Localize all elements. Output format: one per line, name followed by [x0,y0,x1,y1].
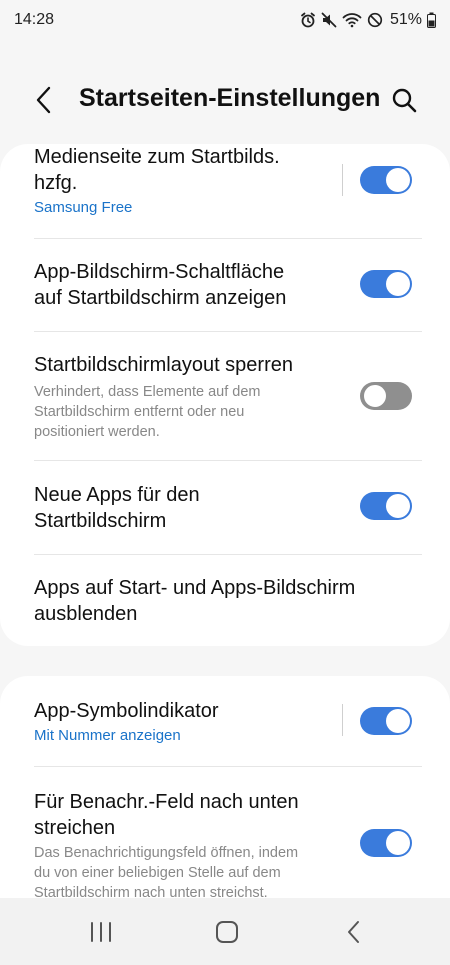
status-time: 14:28 [14,11,55,28]
toggle-media-page[interactable] [360,166,412,194]
toggle-new-apps[interactable] [360,492,412,520]
wifi-icon [342,13,362,28]
setting-new-apps-title-1: Neue Apps für den [34,484,200,506]
navigation-bar [0,898,450,965]
setting-media-page-subtitle[interactable]: Samsung Free [34,198,132,218]
setting-hide-apps-title-1: Apps auf Start- und Apps-Bildschirm [34,577,356,599]
toggle-lock-layout[interactable] [360,382,412,410]
setting-media-page-title-2: hzfg. [34,172,78,194]
setting-hide-apps[interactable]: Apps auf Start- und Apps-Bildschirm ausb… [0,555,450,646]
toggle-knob [386,494,410,518]
setting-app-icon-badge[interactable]: App-Symbolindikator Mit Nummer anzeigen [0,676,450,766]
setting-hide-apps-title-2: ausblenden [34,603,138,625]
toggle-knob [386,272,410,296]
setting-swipe-notifications-title-2: streichen [34,817,116,839]
mute-icon [321,12,337,28]
setting-lock-layout-desc-1: Verhindert, dass Elemente auf dem [34,384,261,400]
toggle-knob [362,383,388,409]
setting-apps-button-title-1: App-Bildschirm-Schaltfläche [34,261,285,283]
search-icon [392,88,417,113]
do-not-disturb-icon [367,12,383,28]
toggle-knob [386,831,410,855]
setting-swipe-notifications[interactable]: Für Benachr.-Feld nach unten streichen D… [0,767,450,906]
battery-percentage: 51% [389,11,422,28]
back-icon [348,921,359,943]
toggle-app-icon-badge[interactable] [360,707,412,735]
setting-new-apps[interactable]: Neue Apps für den Startbildschirm [0,461,450,553]
setting-app-icon-badge-subtitle[interactable]: Mit Nummer anzeigen [34,726,181,746]
setting-lock-layout[interactable]: Startbildschirmlayout sperren Verhindert… [0,332,450,460]
setting-swipe-notifications-desc-1: Das Benachrichtigungsfeld öffnen, indem [34,845,299,861]
toggle-knob [386,709,410,733]
recent-apps-button[interactable] [81,914,121,950]
setting-new-apps-title-2: Startbildschirm [34,510,167,532]
status-bar: 14:28 51% [0,0,450,40]
toggle-swipe-notifications[interactable] [360,829,412,857]
vertical-separator [342,704,343,736]
search-button[interactable] [388,84,420,116]
setting-apps-button-title-2: auf Startbildschirm anzeigen [34,287,287,309]
alarm-icon [301,12,315,28]
app-header: Startseiten-Einstellungen [0,78,450,122]
back-button[interactable] [28,84,60,116]
toggle-knob [386,168,410,192]
toggle-apps-button[interactable] [360,270,412,298]
setting-media-page-title-1: Medienseite zum Startbilds. [34,146,280,168]
setting-media-page[interactable]: Medienseite zum Startbilds. hzfg. Samsun… [0,144,450,238]
setting-lock-layout-title: Startbildschirmlayout sperren [34,354,293,376]
vertical-separator [342,164,343,196]
setting-app-icon-badge-title: App-Symbolindikator [34,700,219,722]
setting-swipe-notifications-title-1: Für Benachr.-Feld nach unten [34,791,299,813]
setting-swipe-notifications-desc-2: du von einer beliebigen Stelle auf dem [34,865,281,881]
battery-icon [427,12,436,28]
home-button[interactable] [207,914,247,950]
recent-apps-icon [91,922,111,942]
nav-back-button[interactable] [334,914,374,950]
setting-apps-button[interactable]: App-Bildschirm-Schaltfläche auf Startbil… [0,239,450,331]
page-title: Startseiten-Einstellungen [79,84,381,112]
home-icon [216,921,238,943]
settings-card-1: Medienseite zum Startbilds. hzfg. Samsun… [0,144,450,646]
chevron-left-icon [36,86,51,114]
setting-lock-layout-desc-2: Startbildschirm entfernt oder neu [34,404,245,420]
settings-card-2: App-Symbolindikator Mit Nummer anzeigen … [0,676,450,906]
setting-lock-layout-desc-3: positioniert werden. [34,424,160,440]
